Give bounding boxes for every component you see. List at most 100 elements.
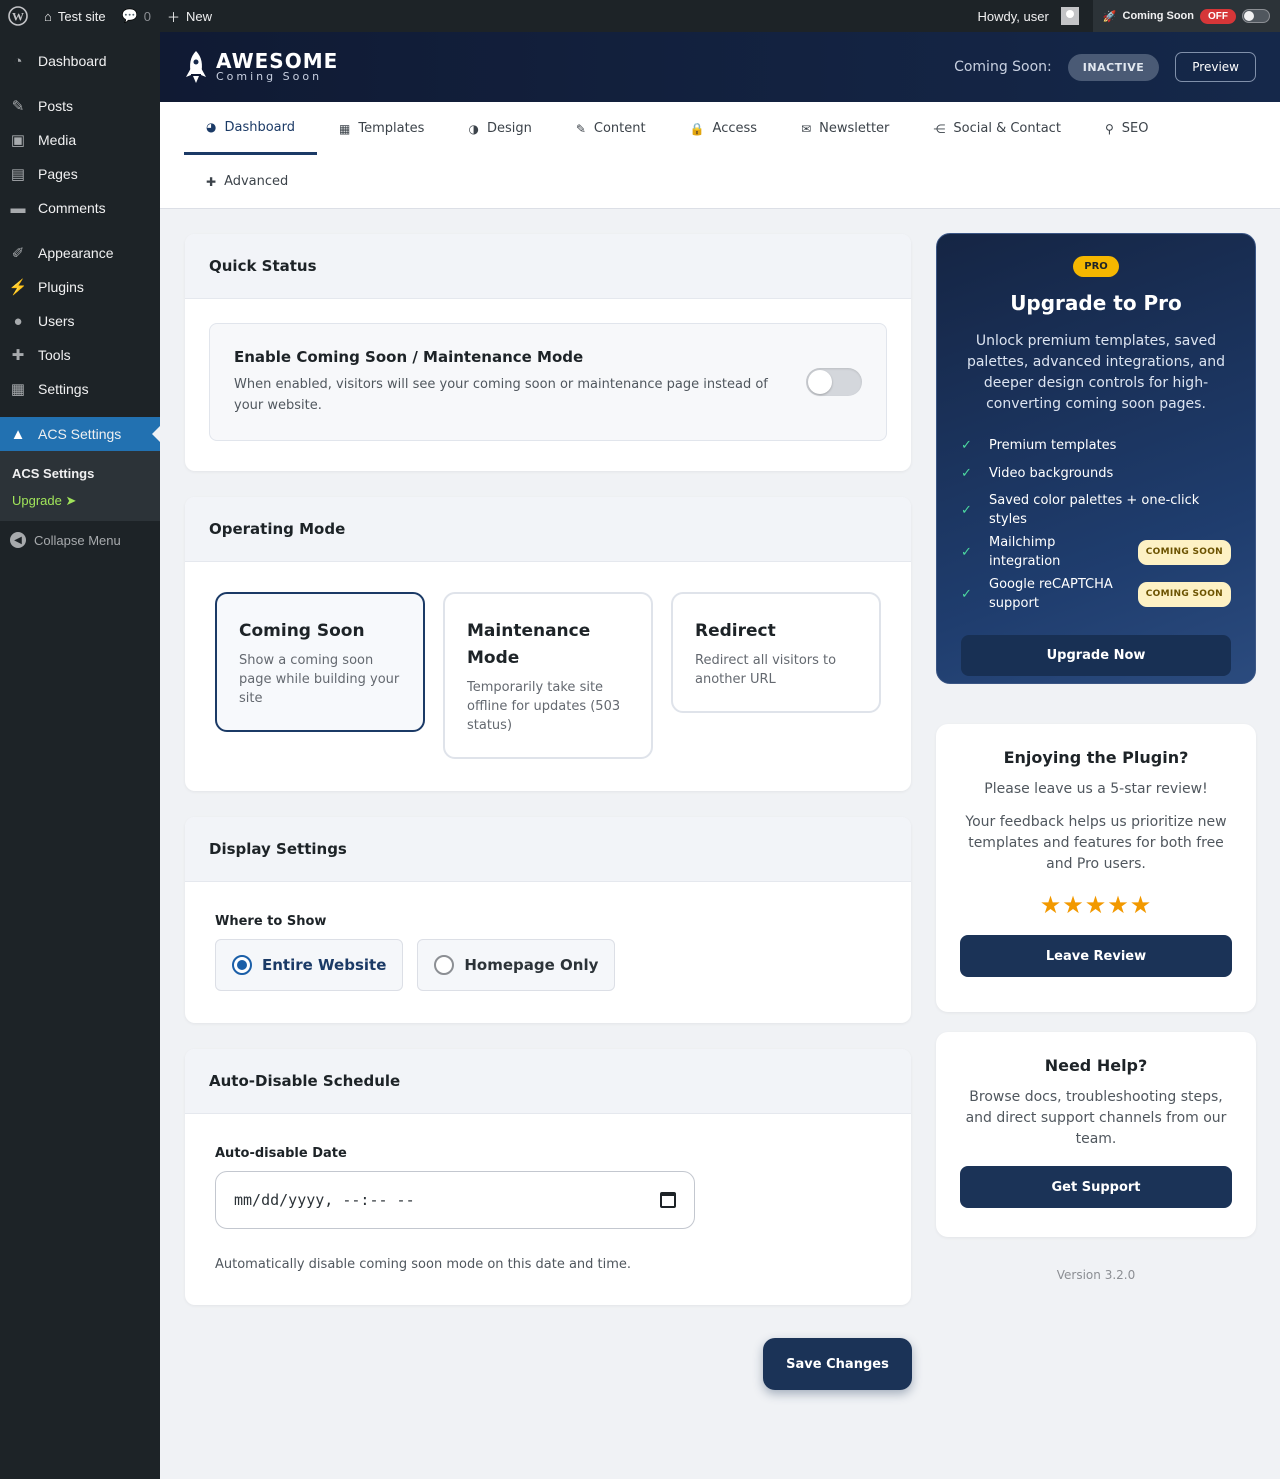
tab-newsletter[interactable]: ✉ Newsletter [779,102,911,155]
collapse-arrow-icon: ◀ [10,532,26,548]
mode-option-maintenance[interactable]: Maintenance Mode Temporarily take site o… [443,592,653,759]
operating-mode-card: Operating Mode Coming Soon Show a coming… [185,497,911,791]
collapse-label: Collapse Menu [34,532,121,548]
submenu-upgrade[interactable]: Upgrade ➤ [0,487,160,515]
admin-sidebar: ◔ Dashboard ✎ Posts ▣ Media ▤ Pages ▬ Comment… [0,32,160,1479]
calendar-icon[interactable] [660,1192,676,1208]
pencil-icon: ✎ [575,121,586,136]
radio-label: Homepage Only [464,956,599,974]
upgrade-now-button[interactable]: Upgrade Now [961,635,1231,676]
tab-label: Newsletter [819,121,890,136]
mode-option-coming-soon[interactable]: Coming Soon Show a coming soon page whil… [215,592,425,732]
settings-tabs: ◕ Dashboard ▦ Templates ◑ Design ✎ Content 🔒… [160,102,1280,209]
comment-bubble-icon: 💬 [121,8,138,23]
sidebar-item-plugins[interactable]: ⚡ Plugins [0,270,160,304]
sidebar-item-dashboard[interactable]: ◔ Dashboard [0,44,160,78]
sidebar-item-comments[interactable]: ▬ Comments [0,191,160,225]
wrench-icon: ✚ [206,174,217,189]
quick-status-card: Quick Status Enable Coming Soon / Mainte… [185,234,911,471]
mode-description: Temporarily take site offline for update… [467,680,621,733]
collapse-menu-button[interactable]: ◀ Collapse Menu [0,523,160,557]
help-title: Need Help? [1044,1056,1148,1075]
sidebar-item-label: Appearance [38,245,114,261]
radio-homepage-only[interactable]: Homepage Only [417,939,616,991]
palette-icon: ◑ [468,121,479,136]
pages-icon: ▤ [10,166,26,183]
lock-icon: 🔒 [689,121,705,136]
site-name: Test site [57,8,106,24]
enable-mode-toggle[interactable] [806,368,862,396]
svg-text:W: W [12,10,24,24]
help-card: Need Help? Browse docs, troubleshooting … [936,1032,1256,1237]
tab-label: SEO [1121,121,1149,136]
list-item: ✓ Video backgrounds [961,459,1231,487]
preview-button[interactable]: Preview [1175,52,1256,82]
review-title: Enjoying the Plugin? [1003,748,1189,767]
sidebar-item-pages[interactable]: ▤ Pages [0,157,160,191]
submenu-acs-settings[interactable]: ACS Settings [0,459,160,487]
tab-content[interactable]: ✎ Content [554,102,668,155]
leave-review-button[interactable]: Leave Review [960,935,1232,977]
site-name-link[interactable]: ⌂ Test site [36,0,114,32]
wrench-icon: ✚ [11,347,25,364]
sidebar-item-tools[interactable]: ✚ Tools [0,338,160,372]
mode-option-redirect[interactable]: Redirect Redirect all visitors to anothe… [671,592,881,713]
list-item: ✓ Saved color palettes + one-click styles [961,487,1231,533]
sidebar-item-appearance[interactable]: ✐ Appearance [0,236,160,270]
plus-icon: ＋ [166,9,180,25]
gauge-icon: ◕ [206,120,217,134]
review-card: Enjoying the Plugin? Please leave us a 5… [936,724,1256,1012]
sidebar-item-label: Pages [38,166,78,182]
tab-access[interactable]: 🔒 Access [668,102,779,155]
tab-label: Design [486,121,532,136]
upgrade-pro-card: PRO Upgrade to Pro Unlock premium templa… [936,233,1256,684]
coming-soon-badge: COMING SOON [1137,581,1231,607]
five-stars-icon: ★★★★★ [1039,891,1153,919]
mini-toggle-switch[interactable] [1242,9,1270,23]
feature-text: Premium templates [989,437,1117,453]
card-title: Quick Status [185,234,911,299]
comments-icon: ▬ [10,199,26,217]
new-content-link[interactable]: ＋ New [159,0,220,32]
pro-title: Upgrade to Pro [1010,291,1182,315]
rocket-logo-icon [186,51,206,83]
tab-design[interactable]: ◑ Design [446,102,553,155]
tab-seo[interactable]: ⚲ SEO [1083,102,1171,155]
sidebar-item-label: Users [38,313,75,329]
sidebar-item-posts[interactable]: ✎ Posts [0,89,160,123]
toggle-title: Enable Coming Soon / Maintenance Mode [234,348,584,366]
sidebar-item-users[interactable]: ● Users [0,304,160,338]
schedule-hint: Automatically disable coming soon mode o… [215,1257,632,1272]
share-icon: ⋲ [933,121,946,136]
coming-soon-quick-toggle[interactable]: 🚀 Coming Soon OFF [1092,0,1280,32]
auto-disable-date-label: Auto-disable Date [215,1146,347,1161]
pin-icon: ✎ [11,98,25,115]
auto-disable-date-input[interactable]: mm/dd/yyyy, --:-- -- [215,1171,695,1229]
sidebar-item-settings[interactable]: ▦ Settings [0,372,160,406]
sidebar-item-acs-settings[interactable]: ▲ ACS Settings [0,417,160,451]
tab-social-contact[interactable]: ⋲ Social & Contact [911,102,1083,155]
plug-icon: ⚡ [8,279,28,296]
tab-label: Advanced [224,174,289,189]
check-icon: ✓ [961,586,972,602]
comments-link[interactable]: 💬 0 [114,0,159,32]
tab-templates[interactable]: ▦ Templates [317,102,446,155]
account-menu[interactable]: Howdy, user [970,0,1087,32]
feature-text: Video backgrounds [989,465,1114,481]
media-icon: ▣ [10,132,26,149]
tab-label: Access [712,121,758,136]
auto-disable-card: Auto-Disable Schedule Auto-disable Date … [185,1049,911,1305]
tab-advanced[interactable]: ✚ Advanced [184,155,310,208]
rocket-icon: ▲ [10,425,26,443]
sidebar-item-label: Plugins [38,279,84,295]
radio-entire-website[interactable]: Entire Website [215,939,404,991]
tab-dashboard[interactable]: ◕ Dashboard [184,102,318,155]
check-icon: ✓ [961,502,972,518]
status-badge: OFF [1200,8,1236,24]
get-support-button[interactable]: Get Support [960,1166,1232,1208]
save-changes-button[interactable]: Save Changes [763,1338,912,1390]
logo-line2: Coming Soon [216,70,323,83]
sidebar-item-media[interactable]: ▣ Media [0,123,160,157]
mode-description: Redirect all visitors to another URL [695,653,837,687]
wordpress-logo-icon[interactable]: W [0,0,36,32]
